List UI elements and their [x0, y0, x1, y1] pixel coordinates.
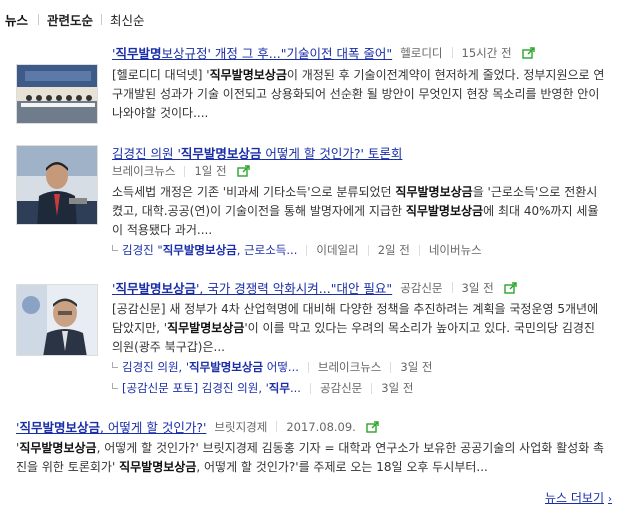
sort-tabs: 뉴스 관련도순 최신순: [5, 10, 145, 28]
news-thumbnail[interactable]: [16, 64, 98, 124]
divider: [276, 421, 278, 432]
news-title-row: '직무발명보상규정' 개정 그 후..."기술이전 대폭 줄어" 헬로디디 15…: [112, 43, 536, 62]
related-source[interactable]: 브레이크뉴스: [318, 359, 381, 375]
news-time: 15시간 전: [461, 45, 512, 60]
related-source[interactable]: 이데일리: [316, 242, 358, 258]
tab-divider: [101, 13, 103, 25]
divider: [309, 382, 311, 394]
related-news-item: [공감신문 포토] 김경진 의원, '직무... 공감신문 3일 전: [112, 380, 413, 396]
corner-bullet-icon: [112, 245, 118, 251]
related-time: 2일 전: [377, 243, 410, 257]
divider: [390, 361, 392, 373]
divider: [306, 244, 308, 256]
news-description: '직무발명보상금, 어떻게 할 것인가?' 브릿지경제 김동홍 기자 = 대학과…: [16, 441, 605, 474]
divider: [184, 165, 186, 177]
related-news-link[interactable]: 김경진 의원, '직무발명보상금 어떻...: [122, 359, 299, 375]
related-source[interactable]: 공감신문: [320, 380, 362, 396]
corner-bullet-icon: [112, 383, 118, 389]
external-link-icon[interactable]: [366, 420, 380, 433]
corner-bullet-icon: [112, 362, 118, 368]
news-source[interactable]: 공감신문: [400, 280, 442, 296]
news-thumbnail[interactable]: [16, 145, 98, 225]
news-thumbnail[interactable]: [16, 284, 98, 356]
news-title-row: 김경진 의원 '직무발명보상금 어떻게 할 것인가?' 토론회: [112, 143, 402, 162]
related-time: 3일 전: [400, 360, 433, 374]
external-link-icon[interactable]: [236, 165, 251, 177]
news-title-row: '직무발명보상금', 국가 경쟁력 악화시켜..."대안 필요" 공감신문 3일…: [112, 278, 518, 297]
news-description: [헬로디디 대덕넷] '직무발명보상금이 개정된 후 기술이전계약이 현저하게 …: [112, 68, 605, 120]
tab-divider: [38, 13, 40, 25]
related-time: 3일 전: [381, 381, 414, 395]
tab-news[interactable]: 뉴스: [5, 10, 28, 29]
related-news-item: 김경진 "직무발명보상금, 근로소득... 이데일리 2일 전 네이버뉴스: [112, 242, 482, 258]
news-description: [공감신문] 새 정부가 4차 산업혁명에 대비해 다양한 정책을 추진하려는 …: [112, 302, 599, 354]
news-title-link[interactable]: '직무발명보상규정' 개정 그 후..."기술이전 대폭 줄어": [112, 43, 392, 62]
divider: [418, 244, 420, 256]
conference-photo-icon: [17, 65, 97, 123]
news-title-row: '직무발명보상금, 어떻게 할 것인가?' 브릿지경제 2017.08.09.: [16, 417, 380, 436]
more-news-link[interactable]: 뉴스 더보기 ›: [545, 489, 612, 506]
news-meta-row: 브레이크뉴스 1일 전: [112, 163, 251, 179]
news-title-link[interactable]: '직무발명보상금, 어떻게 할 것인가?': [16, 417, 206, 436]
related-news-link[interactable]: 김경진 "직무발명보상금, 근로소득...: [122, 242, 297, 258]
external-link-icon[interactable]: [521, 46, 536, 59]
speaker-photo-icon: [17, 285, 97, 355]
related-news-item: 김경진 의원, '직무발명보상금 어떻... 브레이크뉴스 3일 전: [112, 359, 433, 375]
tab-latest[interactable]: 최신순: [110, 10, 145, 29]
tab-relevance[interactable]: 관련도순: [47, 10, 93, 29]
divider: [307, 361, 309, 373]
news-source[interactable]: 헬로디디: [400, 45, 442, 61]
news-time: 3일 전: [461, 280, 494, 295]
related-news-link[interactable]: [공감신문 포토] 김경진 의원, '직무...: [122, 380, 301, 396]
news-time: 2017.08.09.: [286, 419, 356, 434]
news-time: 1일 전: [194, 164, 227, 178]
divider: [451, 47, 453, 58]
chevron-right-icon: ›: [608, 494, 612, 505]
news-source[interactable]: 브레이크뉴스: [112, 163, 175, 179]
speaker-photo-icon: [17, 146, 97, 224]
news-title-link[interactable]: 김경진 의원 '직무발명보상금 어떻게 할 것인가?' 토론회: [112, 143, 402, 162]
news-title-link[interactable]: '직무발명보상금', 국가 경쟁력 악화시켜..."대안 필요": [112, 278, 392, 297]
divider: [451, 282, 453, 293]
news-description: 소득세법 개정은 기존 '비과세 기타소득'으로 분류되었던 직무발명보상금을 …: [112, 185, 599, 237]
divider: [371, 382, 373, 394]
naver-news-link[interactable]: 네이버뉴스: [429, 242, 482, 258]
external-link-icon[interactable]: [503, 281, 518, 294]
divider: [367, 244, 369, 256]
news-source[interactable]: 브릿지경제: [214, 419, 267, 435]
